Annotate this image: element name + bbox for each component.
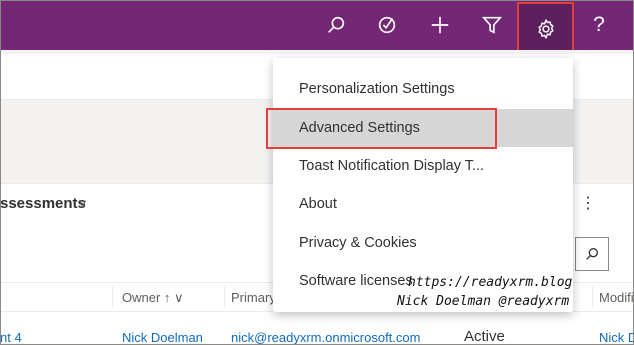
help-button[interactable]: ?: [575, 0, 623, 50]
menu-item-privacy-cookies[interactable]: Privacy & Cookies: [273, 224, 573, 262]
top-navigation-bar: ?: [0, 0, 634, 56]
help-icon: ?: [593, 13, 605, 36]
column-header-modified[interactable]: Modifi: [599, 290, 634, 305]
row-modified-link[interactable]: Nick D: [599, 330, 634, 345]
column-divider: [592, 286, 593, 308]
column-divider: [224, 286, 225, 308]
row-status: Active: [464, 328, 505, 345]
menu-item-personalization-settings[interactable]: Personalization Settings: [273, 70, 573, 108]
column-divider: [112, 286, 113, 308]
plus-icon: [431, 16, 449, 34]
row-owner-link[interactable]: Nick Doelman: [122, 330, 203, 345]
highlight-annotation-box: [266, 108, 497, 149]
menu-item-toast-notification-display[interactable]: Toast Notification Display T...: [273, 147, 573, 185]
more-options-icon[interactable]: ⋮: [580, 193, 596, 213]
row-name-link[interactable]: nt 4: [0, 330, 22, 345]
view-selector-chevron-icon[interactable]: ∨: [78, 196, 88, 212]
watermark-author: Nick Doelman @readyxrm: [397, 294, 570, 309]
row-email-link[interactable]: nick@readyxrm.onmicrosoft.com: [231, 330, 420, 345]
grid-search-button[interactable]: [575, 237, 609, 271]
settings-icon: [537, 18, 554, 40]
search-icon: [586, 248, 598, 260]
column-header-owner[interactable]: Owner ↑ ∨: [122, 290, 184, 306]
new-record-button[interactable]: [416, 0, 464, 50]
search-button[interactable]: [312, 0, 360, 50]
settings-button[interactable]: [517, 2, 574, 56]
menu-item-about[interactable]: About: [273, 185, 573, 223]
settings-menu: Personalization Settings Advanced Settin…: [273, 58, 573, 312]
watermark-url: https://readyxrm.blog: [408, 275, 573, 290]
search-icon: [328, 16, 345, 33]
advanced-find-button[interactable]: [468, 0, 516, 50]
view-selector-label[interactable]: ssessments: [0, 195, 86, 212]
filter-icon: [481, 16, 503, 34]
assistant-button[interactable]: [363, 0, 411, 50]
column-header-primary[interactable]: Primary: [231, 290, 276, 305]
assistant-icon: [378, 16, 396, 34]
